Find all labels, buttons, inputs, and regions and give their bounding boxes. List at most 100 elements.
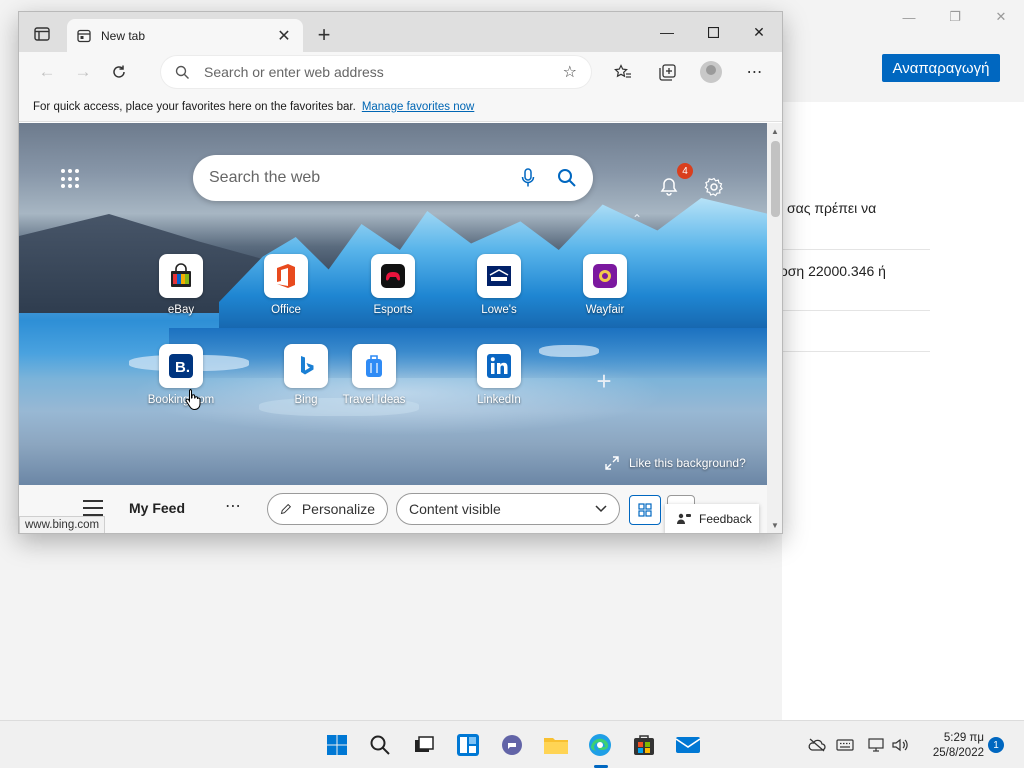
store-button[interactable] bbox=[630, 731, 658, 759]
suitcase-icon bbox=[352, 344, 396, 388]
add-favorite-icon[interactable]: ☆ bbox=[563, 62, 577, 82]
back-button[interactable]: ← bbox=[29, 56, 65, 88]
quick-link-tile[interactable]: Office bbox=[246, 254, 326, 316]
forward-button[interactable]: → bbox=[65, 56, 101, 88]
close-button[interactable]: ✕ bbox=[736, 12, 782, 52]
quick-link-label: Lowe's bbox=[481, 304, 517, 316]
apps-launcher-icon[interactable] bbox=[61, 169, 81, 189]
svg-text:B.: B. bbox=[175, 359, 190, 376]
maximize-button[interactable] bbox=[690, 12, 736, 52]
address-bar[interactable]: Search or enter web address ☆ bbox=[161, 56, 591, 88]
settings-caption-buttons: — ❐ ✕ bbox=[886, 6, 1024, 28]
notification-center-badge[interactable]: 1 bbox=[988, 737, 1004, 753]
file-explorer-button[interactable] bbox=[542, 731, 570, 759]
edge-icon bbox=[589, 734, 611, 756]
quick-link-label: Office bbox=[271, 304, 301, 316]
content-visibility-dropdown[interactable]: Content visible bbox=[396, 493, 620, 525]
collapse-chevron-up-icon[interactable]: ⌃ bbox=[627, 211, 647, 227]
quick-link-tile[interactable]: Lowe's bbox=[459, 254, 539, 316]
linkedin-icon bbox=[477, 344, 521, 388]
content-visibility-value: Content visible bbox=[409, 501, 501, 517]
notifications-badge: 4 bbox=[677, 163, 693, 179]
scroll-down-icon[interactable]: ▼ bbox=[771, 521, 779, 530]
background-ice bbox=[539, 345, 599, 357]
settings-divider bbox=[782, 249, 930, 250]
settings-text-line: σας πρέπει να bbox=[787, 200, 877, 216]
new-tab-page-icon bbox=[77, 29, 91, 42]
settings-update-button[interactable]: Αναπαραγωγή bbox=[882, 54, 1000, 82]
grid-view-button[interactable] bbox=[629, 495, 661, 525]
task-view-button[interactable] bbox=[410, 731, 438, 759]
widgets-button[interactable] bbox=[454, 731, 482, 759]
settings-minimize-button[interactable]: — bbox=[886, 6, 932, 28]
quick-link-label: Travel Ideas bbox=[342, 394, 406, 406]
tab-close-icon[interactable]: ✕ bbox=[275, 26, 293, 46]
minimize-button[interactable]: — bbox=[644, 12, 690, 52]
like-background-link[interactable]: Like this background? bbox=[605, 456, 746, 470]
taskbar-search-button[interactable] bbox=[366, 731, 394, 759]
feed-menu-icon[interactable] bbox=[83, 500, 103, 516]
quick-link-label: LinkedIn bbox=[477, 394, 521, 406]
edge-browser-window: New tab ✕ + — ✕ ← → Search or enter web … bbox=[18, 11, 783, 534]
keyboard-icon[interactable] bbox=[836, 737, 854, 753]
quick-link-label: Esports bbox=[373, 304, 413, 316]
feedback-button[interactable]: Feedback bbox=[665, 504, 759, 533]
taskbar-clock[interactable]: 5:29 πμ 25/8/2022 bbox=[918, 731, 984, 761]
tab-new-tab[interactable]: New tab ✕ bbox=[67, 19, 303, 52]
status-bar-url: www.bing.com bbox=[19, 516, 106, 533]
favorites-button[interactable] bbox=[601, 56, 645, 88]
quick-link-tile[interactable]: B. Booking.com bbox=[141, 344, 221, 406]
wayfair-icon bbox=[583, 254, 627, 298]
quick-link-label: Wayfair bbox=[585, 304, 625, 316]
notifications-bell-icon[interactable] bbox=[656, 174, 682, 200]
quick-link-tile[interactable]: Esports bbox=[353, 254, 433, 316]
settings-restore-button[interactable]: ❐ bbox=[932, 6, 978, 28]
refresh-button[interactable] bbox=[101, 56, 137, 88]
mail-button[interactable] bbox=[674, 731, 702, 759]
feed-title[interactable]: My Feed bbox=[129, 500, 185, 516]
settings-close-button[interactable]: ✕ bbox=[978, 6, 1024, 28]
settings-more-button[interactable]: ⋯ bbox=[733, 56, 777, 88]
browser-toolbar: ← → Search or enter web address ☆ ⋯ bbox=[19, 52, 782, 92]
start-button[interactable] bbox=[323, 731, 351, 759]
new-tab-button[interactable]: + bbox=[311, 22, 337, 48]
favorites-bar-message: For quick access, place your favorites h… bbox=[33, 100, 356, 113]
web-search-box[interactable]: Search the web bbox=[193, 155, 593, 201]
onedrive-offline-icon[interactable] bbox=[808, 737, 826, 753]
scroll-up-icon[interactable]: ▲ bbox=[771, 127, 779, 136]
manage-favorites-link[interactable]: Manage favorites now bbox=[362, 101, 475, 113]
page-settings-gear-icon[interactable] bbox=[701, 174, 727, 200]
add-quick-link-button[interactable]: + bbox=[591, 366, 617, 396]
page-scrollbar[interactable]: ▲ ▼ bbox=[767, 123, 782, 533]
taskbar: 5:29 πμ 25/8/2022 1 bbox=[0, 720, 1024, 768]
tab-actions-icon bbox=[34, 27, 50, 41]
edge-taskbar-button[interactable] bbox=[586, 731, 614, 759]
network-icon[interactable] bbox=[868, 737, 886, 753]
collections-button[interactable] bbox=[645, 56, 689, 88]
store-icon bbox=[634, 735, 654, 755]
quick-link-tile[interactable]: Wayfair bbox=[565, 254, 645, 316]
teams-chat-button[interactable] bbox=[498, 731, 526, 759]
personalize-button[interactable]: Personalize bbox=[267, 493, 388, 525]
collections-icon bbox=[658, 63, 676, 81]
feed-more-icon[interactable]: ⋯ bbox=[225, 496, 241, 516]
web-search-icon[interactable] bbox=[557, 168, 577, 188]
pencil-icon bbox=[280, 503, 292, 515]
settings-divider bbox=[782, 351, 930, 352]
scrollbar-thumb[interactable] bbox=[771, 141, 780, 217]
quick-link-tile[interactable]: eBay bbox=[141, 254, 221, 316]
web-search-placeholder: Search the web bbox=[209, 169, 321, 186]
settings-content-panel bbox=[782, 102, 1024, 720]
quick-link-tile[interactable]: Travel Ideas bbox=[334, 344, 414, 406]
hand-cursor-icon bbox=[185, 389, 201, 410]
quick-link-tile[interactable]: LinkedIn bbox=[459, 344, 539, 406]
grid-view-icon bbox=[638, 503, 652, 517]
quick-link-label: eBay bbox=[167, 304, 195, 316]
clock-time: 5:29 πμ bbox=[943, 732, 984, 744]
voice-search-icon[interactable] bbox=[521, 168, 535, 188]
personalize-label: Personalize bbox=[301, 501, 375, 517]
volume-icon[interactable] bbox=[892, 737, 910, 753]
tab-actions-button[interactable] bbox=[27, 22, 57, 46]
quick-link-label: Booking.com bbox=[147, 394, 215, 406]
profile-button[interactable] bbox=[689, 56, 733, 88]
